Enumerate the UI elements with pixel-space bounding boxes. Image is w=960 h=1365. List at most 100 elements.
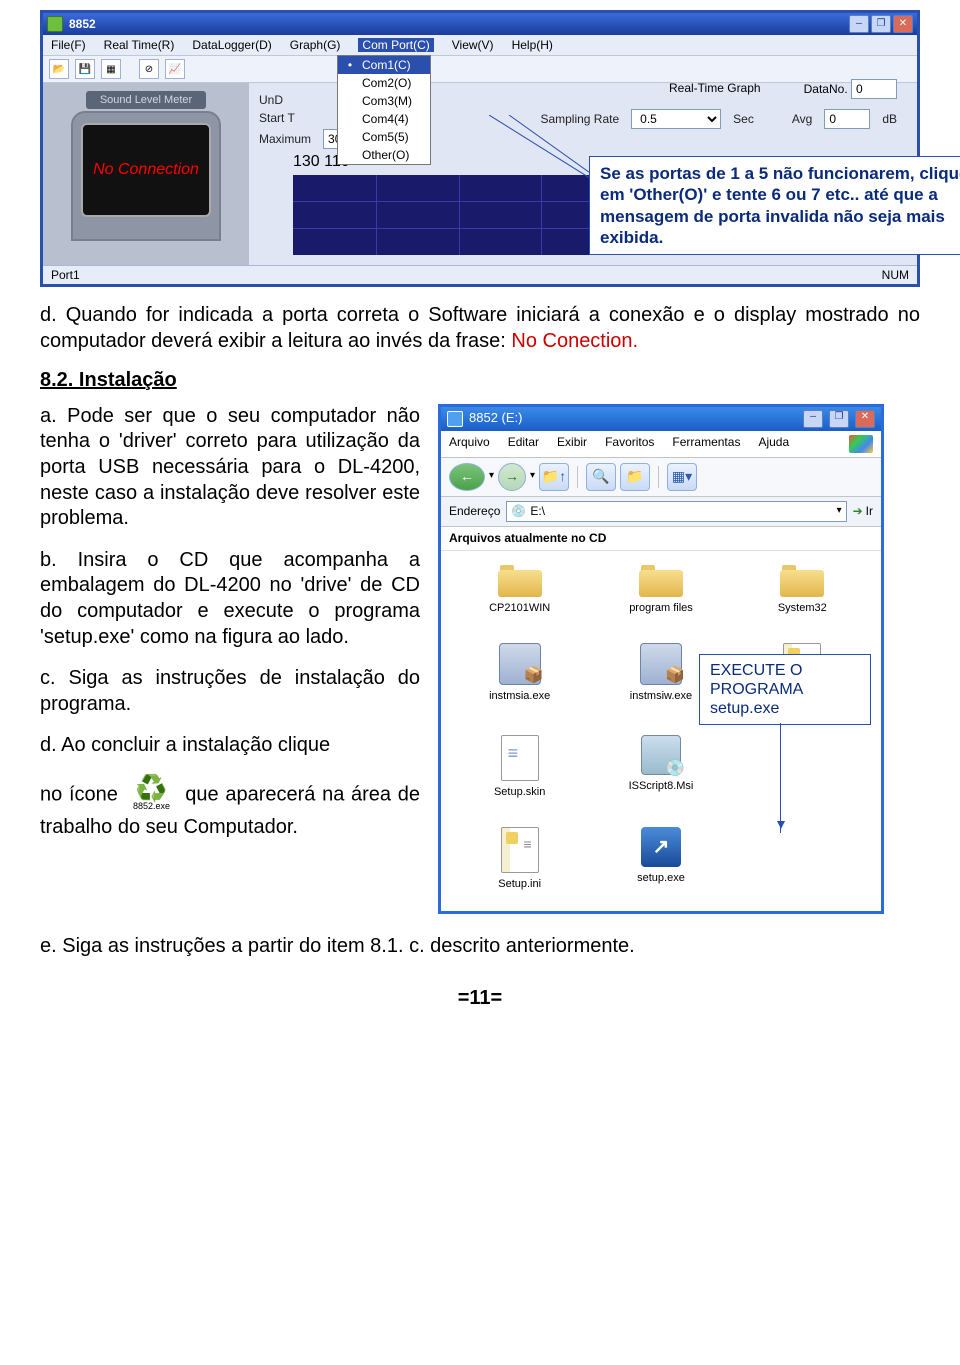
explorer-maximize-button[interactable]: ❐ <box>829 410 849 428</box>
dropdown-item-com3[interactable]: Com3(M) <box>338 92 430 110</box>
folder-icon <box>498 561 542 597</box>
para-d: d. Quando for indicada a porta correta o… <box>40 303 920 354</box>
maximize-button[interactable]: ❐ <box>871 15 891 33</box>
menu-ferramentas[interactable]: Ferramentas <box>672 435 740 453</box>
instruction-column: a. Pode ser que o seu computador não ten… <box>40 404 420 857</box>
item-e: e. Siga as instruções a partir do item 8… <box>40 934 920 960</box>
go-button[interactable]: ➔ Ir <box>853 504 873 519</box>
explorer-menubar: Arquivo Editar Exibir Favoritos Ferramen… <box>441 431 881 458</box>
installer-icon <box>640 643 682 685</box>
file-setup-skin[interactable]: Setup.skin <box>460 735 580 799</box>
file-setup-ini[interactable]: Setup.ini <box>460 827 580 891</box>
setup-exe-icon <box>641 827 681 867</box>
avg-input[interactable] <box>824 109 870 129</box>
menu-graph[interactable]: Graph(G) <box>290 38 341 52</box>
folder-icon <box>780 561 824 597</box>
status-num: NUM <box>882 268 909 282</box>
drive-icon <box>447 411 463 427</box>
no-connection-phrase: No Conection. <box>511 330 638 352</box>
graph-ylabel-top: 130 <box>293 153 320 170</box>
menubar: File(F) Real Time(R) DataLogger(D) Graph… <box>43 35 917 56</box>
menu-comport[interactable]: Com Port(C) <box>358 38 433 52</box>
back-button[interactable]: ← <box>449 463 485 491</box>
dropdown-item-com1[interactable]: •Com1(C) <box>338 56 430 74</box>
datano-input[interactable] <box>851 79 897 99</box>
go-arrow-icon: ➔ <box>853 504 863 519</box>
explorer-toolbar: ← ▾ → ▾ 📁↑ 🔍 📁 ▦▾ <box>441 458 881 497</box>
explorer-titlebar: 8852 (E:) — ❐ ✕ <box>441 407 881 431</box>
file-cp2101win[interactable]: CP2101WIN <box>460 561 580 615</box>
window-buttons: — ❐ ✕ <box>849 15 913 33</box>
menu-help[interactable]: Help(H) <box>512 38 553 52</box>
callout-execute-setup: EXECUTE O PROGRAMA setup.exe <box>699 654 871 726</box>
menu-arquivo[interactable]: Arquivo <box>449 435 490 453</box>
menu-exibir[interactable]: Exibir <box>557 435 587 453</box>
explorer-window: 8852 (E:) — ❐ ✕ Arquivo Editar Exibir Fa… <box>438 404 884 915</box>
dropdown-item-other[interactable]: Other(O) <box>338 146 430 164</box>
avg-label: Avg <box>792 112 812 126</box>
file-system32[interactable]: System32 <box>742 561 862 615</box>
comport-dropdown: •Com1(C) Com2(O) Com3(M) Com4(4) Com5(5)… <box>337 55 431 165</box>
menu-ajuda[interactable]: Ajuda <box>758 435 789 453</box>
explorer-close-button[interactable]: ✕ <box>855 410 875 428</box>
file-isscript8[interactable]: ISScript8.Msi <box>601 735 721 799</box>
dropdown-item-com4[interactable]: Com4(4) <box>338 110 430 128</box>
skin-file-icon <box>501 735 539 781</box>
menu-realtime[interactable]: Real Time(R) <box>104 38 175 52</box>
callout-ports: Se as portas de 1 a 5 não funcionarem, c… <box>589 156 960 255</box>
db-label: dB <box>882 112 897 126</box>
window-title: 8852 <box>69 17 849 31</box>
folder-icon <box>639 561 683 597</box>
minimize-button[interactable]: — <box>849 15 869 33</box>
max-label: Maximum <box>259 132 311 146</box>
datano-label: DataNo. <box>804 82 848 96</box>
callout-arrow <box>780 723 803 833</box>
menu-favoritos[interactable]: Favoritos <box>605 435 654 453</box>
files-grid: CP2101WIN program files System32 instmsi… <box>441 551 881 911</box>
item-b: b. Insira o CD que acompanha a embalagem… <box>40 548 420 650</box>
menu-file[interactable]: File(F) <box>51 38 86 52</box>
menu-view[interactable]: View(V) <box>452 38 494 52</box>
up-button[interactable]: 📁↑ <box>539 463 569 491</box>
meter-device: No Connection <box>71 111 221 241</box>
search-button[interactable]: 🔍 <box>586 463 616 491</box>
toolbar-save-icon[interactable]: 💾 <box>75 59 95 79</box>
toolbar-open-icon[interactable]: 📂 <box>49 59 69 79</box>
meter-screen: No Connection <box>81 123 211 217</box>
toolbar-chart-icon[interactable]: 📈 <box>165 59 185 79</box>
file-program-files[interactable]: program files <box>601 561 721 615</box>
app-icon <box>47 16 63 32</box>
dropdown-item-com2[interactable]: Com2(O) <box>338 74 430 92</box>
desktop-shortcut-icon: ♻️ 8852.exe <box>129 775 175 815</box>
item-d-line2: no ícone ♻️ 8852.exe que aparecerá na ár… <box>40 775 420 841</box>
menu-datalogger[interactable]: DataLogger(D) <box>192 38 271 52</box>
status-port: Port1 <box>51 268 80 282</box>
page-number: =11= <box>40 986 920 1012</box>
msi-icon <box>641 735 681 775</box>
app-window: 8852 — ❐ ✕ File(F) Real Time(R) DataLogg… <box>40 10 920 287</box>
cd-files-header: Arquivos atualmente no CD <box>441 527 881 551</box>
sec-label: Sec <box>733 112 754 126</box>
file-setup-exe[interactable]: setup.exe <box>601 827 721 891</box>
meter-title: Sound Level Meter <box>86 91 206 109</box>
meter-panel: Sound Level Meter No Connection <box>43 83 249 265</box>
forward-button[interactable]: → <box>498 463 526 491</box>
menu-editar[interactable]: Editar <box>508 435 539 453</box>
realtime-graph-label: Real-Time Graph <box>669 81 761 95</box>
toolbar-table-icon[interactable]: ▦ <box>101 59 121 79</box>
close-button[interactable]: ✕ <box>893 15 913 33</box>
toolbar: 📂 💾 ▦ ⊘ 📈 <box>43 56 917 83</box>
toolbar-clear-icon[interactable]: ⊘ <box>139 59 159 79</box>
dropdown-item-com5[interactable]: Com5(5) <box>338 128 430 146</box>
address-input[interactable]: 💿 E:\ ▾ <box>506 501 846 522</box>
file-instmsia[interactable]: instmsia.exe <box>460 643 580 707</box>
start-label: Start T <box>259 111 295 125</box>
explorer-minimize-button[interactable]: — <box>803 410 823 428</box>
address-label: Endereço <box>449 504 500 519</box>
views-button[interactable]: ▦▾ <box>667 463 697 491</box>
explorer-title: 8852 (E:) <box>469 410 522 427</box>
item-a: a. Pode ser que o seu computador não ten… <box>40 404 420 532</box>
item-d-line1: d. Ao concluir a instalação clique <box>40 733 420 759</box>
folders-button[interactable]: 📁 <box>620 463 650 491</box>
recycle-icon: ♻️ <box>129 775 175 801</box>
